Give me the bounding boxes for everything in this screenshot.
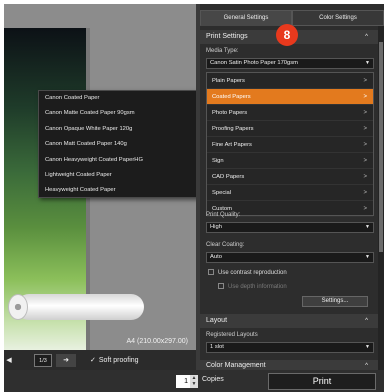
media-category-plain[interactable]: Plain Papers >: [207, 73, 373, 89]
settings-tabs: General Settings Color Settings: [200, 10, 384, 26]
scrollbar-thumb[interactable]: [379, 42, 383, 252]
contrast-reproduction-checkbox[interactable]: Use contrast reproduction: [208, 268, 287, 278]
depth-information-label: Use depth information: [228, 284, 287, 290]
settings-button[interactable]: Settings...: [302, 296, 368, 307]
clear-coating-value: Auto: [210, 254, 222, 260]
paper-roll-end: [8, 294, 28, 320]
media-category-coated[interactable]: Coated Papers >: [207, 89, 373, 105]
layout-title: Layout: [206, 317, 228, 324]
tab-general-settings[interactable]: General Settings: [200, 10, 292, 26]
paper-size-label: A4 (210.00x297.00): [126, 338, 189, 345]
media-category-special[interactable]: Special >: [207, 185, 373, 201]
media-type-select[interactable]: Canon Satin Photo Paper 170gsm ▼: [206, 58, 374, 69]
dropdown-arrow-icon: ▼: [365, 60, 370, 66]
soft-proofing-label: Soft proofing: [98, 357, 139, 364]
media-category-cad[interactable]: CAD Papers >: [207, 169, 373, 185]
submenu-item[interactable]: Canon Matt Coated Paper 140g: [39, 137, 196, 152]
registered-layouts-value: 1 slot: [210, 344, 224, 350]
print-quality-label: Print Quality:: [206, 212, 241, 218]
tab-color-settings[interactable]: Color Settings: [292, 10, 384, 26]
checkmark-icon: ✓: [90, 357, 96, 364]
chevron-right-icon: >: [363, 174, 367, 180]
coated-papers-submenu: Canon Coated Paper Canon Matte Coated Pa…: [38, 90, 196, 198]
settings-panel: General Settings Color Settings Print Se…: [200, 4, 384, 372]
media-category-fine-art[interactable]: Fine Art Papers >: [207, 137, 373, 153]
submenu-item[interactable]: Heavyweight Coated Paper: [39, 183, 196, 198]
submenu-item[interactable]: Canon Heavyweight Coated PaperHG: [39, 153, 196, 168]
collapse-icon: ^: [365, 34, 368, 40]
submenu-item[interactable]: Canon Coated Paper: [39, 91, 196, 106]
dropdown-arrow-icon: ▼: [365, 254, 370, 260]
chevron-right-icon: >: [363, 78, 367, 84]
chevron-right-icon: >: [363, 190, 367, 196]
print-button[interactable]: Print: [268, 373, 376, 390]
chevron-right-icon: >: [363, 158, 367, 164]
media-category-sign[interactable]: Sign >: [207, 153, 373, 169]
media-type-value: Canon Satin Photo Paper 170gsm: [210, 60, 298, 66]
clear-coating-select[interactable]: Auto ▼: [206, 252, 374, 263]
step-badge: 8: [276, 24, 298, 46]
copies-label: Copies: [202, 376, 224, 383]
next-page-button[interactable]: ➜: [56, 354, 76, 367]
paper-roll-graphic: [16, 294, 144, 320]
registered-layouts-select[interactable]: 1 slot ▼: [206, 342, 374, 353]
media-type-label: Media Type:: [206, 48, 239, 54]
clear-coating-label: Clear Coating:: [206, 242, 245, 248]
registered-layouts-label: Registered Layouts: [206, 332, 258, 338]
checkbox-icon: [208, 269, 214, 276]
dropdown-arrow-icon: ▼: [365, 224, 370, 230]
submenu-item[interactable]: Lightweight Coated Paper: [39, 168, 196, 183]
submenu-item[interactable]: Canon Opaque White Paper 120g: [39, 122, 196, 137]
print-quality-select[interactable]: High ▼: [206, 222, 374, 233]
print-quality-value: High: [210, 224, 222, 230]
depth-information-checkbox[interactable]: Use depth information: [218, 282, 287, 292]
chevron-right-icon: >: [363, 110, 367, 116]
print-settings-title: Print Settings: [206, 33, 248, 40]
prev-page-icon[interactable]: ◀: [4, 354, 14, 367]
color-management-title: Color Management: [206, 362, 266, 369]
soft-proofing-toggle[interactable]: ✓ Soft proofing: [90, 354, 139, 367]
page-indicator[interactable]: 1/3: [34, 354, 52, 367]
preview-navbar: ◀ 1/3 ➜ ✓ Soft proofing: [4, 350, 196, 370]
print-studio-window: A4 (210.00x297.00) Canon Coated Paper Ca…: [4, 4, 384, 392]
submenu-item[interactable]: Canon Matte Coated Paper 90gsm: [39, 106, 196, 121]
copies-input[interactable]: 1: [176, 375, 190, 388]
media-category-proofing[interactable]: Proofing Papers >: [207, 121, 373, 137]
dropdown-arrow-icon: ▼: [365, 344, 370, 350]
bottom-bar: 1 ▲ ▼ Copies Print: [4, 370, 384, 392]
layout-header[interactable]: Layout ^: [200, 314, 378, 328]
panel-scrollbar[interactable]: [378, 26, 384, 370]
copies-spinner[interactable]: ▲ ▼: [190, 375, 198, 388]
chevron-right-icon: >: [363, 126, 367, 132]
print-preview: A4 (210.00x297.00) Canon Coated Paper Ca…: [4, 4, 196, 350]
chevron-right-icon: >: [363, 142, 367, 148]
chevron-right-icon: >: [363, 94, 367, 100]
contrast-reproduction-label: Use contrast reproduction: [218, 270, 287, 276]
chevron-right-icon: >: [363, 206, 367, 212]
media-category-photo[interactable]: Photo Papers >: [207, 105, 373, 121]
media-type-dropdown-list: Plain Papers > Coated Papers > Photo Paper…: [206, 72, 374, 217]
collapse-icon: ^: [365, 318, 368, 324]
checkbox-icon: [218, 283, 224, 290]
